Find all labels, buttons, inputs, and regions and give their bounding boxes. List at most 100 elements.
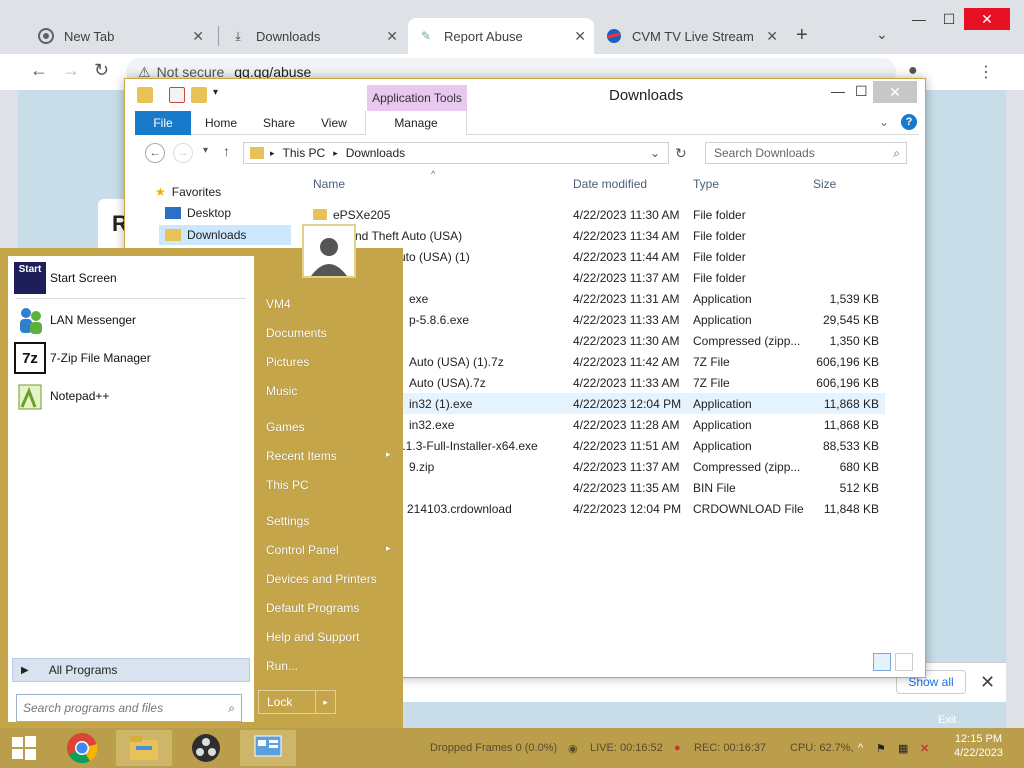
chevron-down-icon[interactable]: ▾ bbox=[203, 145, 208, 156]
control-panel-icon[interactable] bbox=[240, 730, 296, 766]
pinned-7zip[interactable]: 7z 7-Zip File Manager bbox=[14, 342, 151, 374]
pinned-start-screen[interactable]: Start Start Screen bbox=[14, 262, 117, 294]
flag-icon[interactable]: ⚑ bbox=[876, 742, 886, 755]
folder-icon bbox=[137, 87, 153, 103]
file-row[interactable]: nd Theft Auto (USA) 4/22/2023 11:34 AM Fil… bbox=[305, 225, 885, 246]
user-avatar[interactable] bbox=[302, 224, 356, 278]
pinned-notepadpp[interactable]: Notepad++ bbox=[14, 380, 109, 412]
nav-desktop[interactable]: Desktop bbox=[165, 206, 231, 220]
new-folder-icon[interactable] bbox=[191, 87, 207, 103]
up-arrow-icon[interactable]: ↑ bbox=[223, 143, 230, 159]
file-name: ePSXe205 bbox=[333, 208, 391, 222]
start-item-run[interactable]: Run... bbox=[266, 659, 298, 673]
pinned-lan-messenger[interactable]: LAN Messenger bbox=[14, 304, 136, 336]
file-row[interactable]: ePSXe205 4/22/2023 11:30 AM File folder bbox=[305, 204, 885, 225]
minimize-button[interactable]: — bbox=[904, 8, 934, 30]
close-icon[interactable]: ✕ bbox=[980, 672, 995, 693]
tab-home[interactable]: Home bbox=[205, 111, 237, 135]
tab-file[interactable]: File bbox=[135, 111, 191, 135]
file-date: 4/22/2023 11:33 AM bbox=[573, 313, 680, 327]
details-view-icon[interactable] bbox=[873, 653, 891, 671]
large-icons-view-icon[interactable] bbox=[895, 653, 913, 671]
start-button[interactable] bbox=[0, 730, 48, 766]
start-item-settings[interactable]: Settings bbox=[266, 514, 309, 528]
close-window-button[interactable]: ✕ bbox=[873, 81, 917, 103]
back-icon[interactable]: ← bbox=[30, 60, 48, 81]
tab-downloads[interactable]: ⤓ Downloads ✕ bbox=[220, 18, 406, 54]
file-date: 4/22/2023 11:37 AM bbox=[573, 271, 680, 285]
chevron-down-icon[interactable]: ⌄ bbox=[876, 26, 888, 43]
maximize-button[interactable]: ☐ bbox=[934, 8, 964, 30]
address-bar[interactable]: ▸ This PC ▸ Downloads ⌄ bbox=[243, 142, 669, 164]
chrome-icon[interactable] bbox=[54, 730, 110, 766]
chevron-down-icon[interactable]: ⌄ bbox=[650, 146, 660, 160]
refresh-icon[interactable]: ↻ bbox=[675, 145, 687, 162]
properties-icon[interactable] bbox=[169, 87, 185, 103]
file-type: Application bbox=[693, 397, 752, 411]
back-icon[interactable]: ← bbox=[145, 143, 165, 163]
close-window-button[interactable]: ✕ bbox=[964, 8, 1010, 30]
nav-label: Desktop bbox=[187, 206, 232, 220]
start-menu-programs: Start Start Screen LAN Messenger 7z 7-Zi… bbox=[8, 256, 254, 722]
tab-share[interactable]: Share bbox=[263, 111, 295, 135]
chevron-down-icon[interactable]: ⌄ bbox=[879, 115, 889, 129]
new-tab-button[interactable]: + bbox=[796, 24, 808, 47]
exit-label[interactable]: Exit bbox=[938, 714, 956, 726]
volume-muted-icon[interactable]: ✕ bbox=[920, 742, 929, 755]
all-programs-button[interactable]: ▶ All Programs bbox=[12, 658, 250, 682]
start-item-devices-and-printers[interactable]: Devices and Printers bbox=[266, 572, 377, 586]
chevron-up-icon[interactable]: ^ bbox=[858, 742, 863, 754]
close-icon[interactable]: ✕ bbox=[766, 28, 778, 45]
tab-view[interactable]: View bbox=[321, 111, 347, 135]
7zip-icon: 7z bbox=[14, 342, 46, 374]
start-item-recent-items[interactable]: Recent Items bbox=[266, 449, 337, 463]
all-programs-label: All Programs bbox=[48, 663, 118, 677]
obs-icon[interactable] bbox=[178, 730, 234, 766]
start-item-documents[interactable]: Documents bbox=[266, 326, 327, 340]
system-clock[interactable]: 12:15 PM 4/22/2023 bbox=[954, 732, 1003, 760]
close-icon[interactable]: ✕ bbox=[386, 28, 398, 45]
tab-new-tab[interactable]: New Tab ✕ bbox=[28, 18, 212, 54]
nav-downloads[interactable]: Downloads bbox=[159, 225, 291, 245]
maximize-button[interactable]: ☐ bbox=[855, 83, 868, 100]
tab-report-abuse[interactable]: ✎ Report Abuse ✕ bbox=[408, 18, 594, 54]
start-item-pictures[interactable]: Pictures bbox=[266, 355, 309, 369]
help-icon[interactable]: ? bbox=[901, 114, 917, 130]
column-type[interactable]: Type bbox=[693, 177, 719, 191]
close-icon[interactable]: ✕ bbox=[574, 28, 586, 45]
reload-icon[interactable]: ↻ bbox=[94, 60, 109, 81]
chevron-right-icon[interactable]: ▸ bbox=[315, 691, 335, 713]
network-icon[interactable]: ▦ bbox=[898, 742, 908, 755]
start-item-this-pc[interactable]: This PC bbox=[266, 478, 309, 492]
chevron-down-icon[interactable]: ▾ bbox=[213, 87, 218, 98]
obs-rec-icon: ● bbox=[674, 742, 681, 754]
start-item-music[interactable]: Music bbox=[266, 384, 297, 398]
column-size[interactable]: Size bbox=[813, 177, 836, 191]
column-name[interactable]: Name bbox=[313, 177, 345, 191]
start-item-vm4[interactable]: VM4 bbox=[266, 297, 291, 311]
file-size: 11,868 KB bbox=[823, 418, 879, 432]
start-item-default-programs[interactable]: Default Programs bbox=[266, 601, 359, 615]
forward-icon[interactable]: → bbox=[62, 60, 80, 81]
file-name: in32 (1).exe bbox=[409, 397, 473, 411]
file-name: nd Theft Auto (USA) bbox=[355, 229, 463, 243]
breadcrumb-this-pc[interactable]: This PC bbox=[283, 146, 326, 160]
start-item-control-panel[interactable]: Control Panel bbox=[266, 543, 339, 557]
breadcrumb-downloads[interactable]: Downloads bbox=[346, 146, 405, 160]
tab-cvm-tv[interactable]: CVM TV Live Stream On ✕ bbox=[596, 18, 786, 54]
start-item-games[interactable]: Games bbox=[266, 420, 305, 434]
file-explorer-icon[interactable] bbox=[116, 730, 172, 766]
lock-button[interactable]: Lock ▸ bbox=[258, 690, 336, 714]
minimize-button[interactable]: — bbox=[831, 83, 845, 99]
close-icon[interactable]: ✕ bbox=[192, 28, 204, 45]
column-date[interactable]: Date modified bbox=[573, 177, 647, 191]
nav-favorites[interactable]: ★ Favorites bbox=[155, 185, 221, 199]
search-input[interactable]: Search Downloads ⌕ bbox=[705, 142, 907, 164]
start-search-input[interactable]: Search programs and files ⌕ bbox=[16, 694, 242, 722]
file-date: 4/22/2023 11:31 AM bbox=[573, 292, 680, 306]
menu-icon[interactable]: ⋮ bbox=[978, 62, 994, 82]
start-item-help-and-support[interactable]: Help and Support bbox=[266, 630, 359, 644]
forward-icon[interactable]: → bbox=[173, 143, 193, 163]
start-screen-icon: Start bbox=[14, 262, 46, 294]
tab-manage[interactable]: Manage bbox=[365, 111, 467, 135]
